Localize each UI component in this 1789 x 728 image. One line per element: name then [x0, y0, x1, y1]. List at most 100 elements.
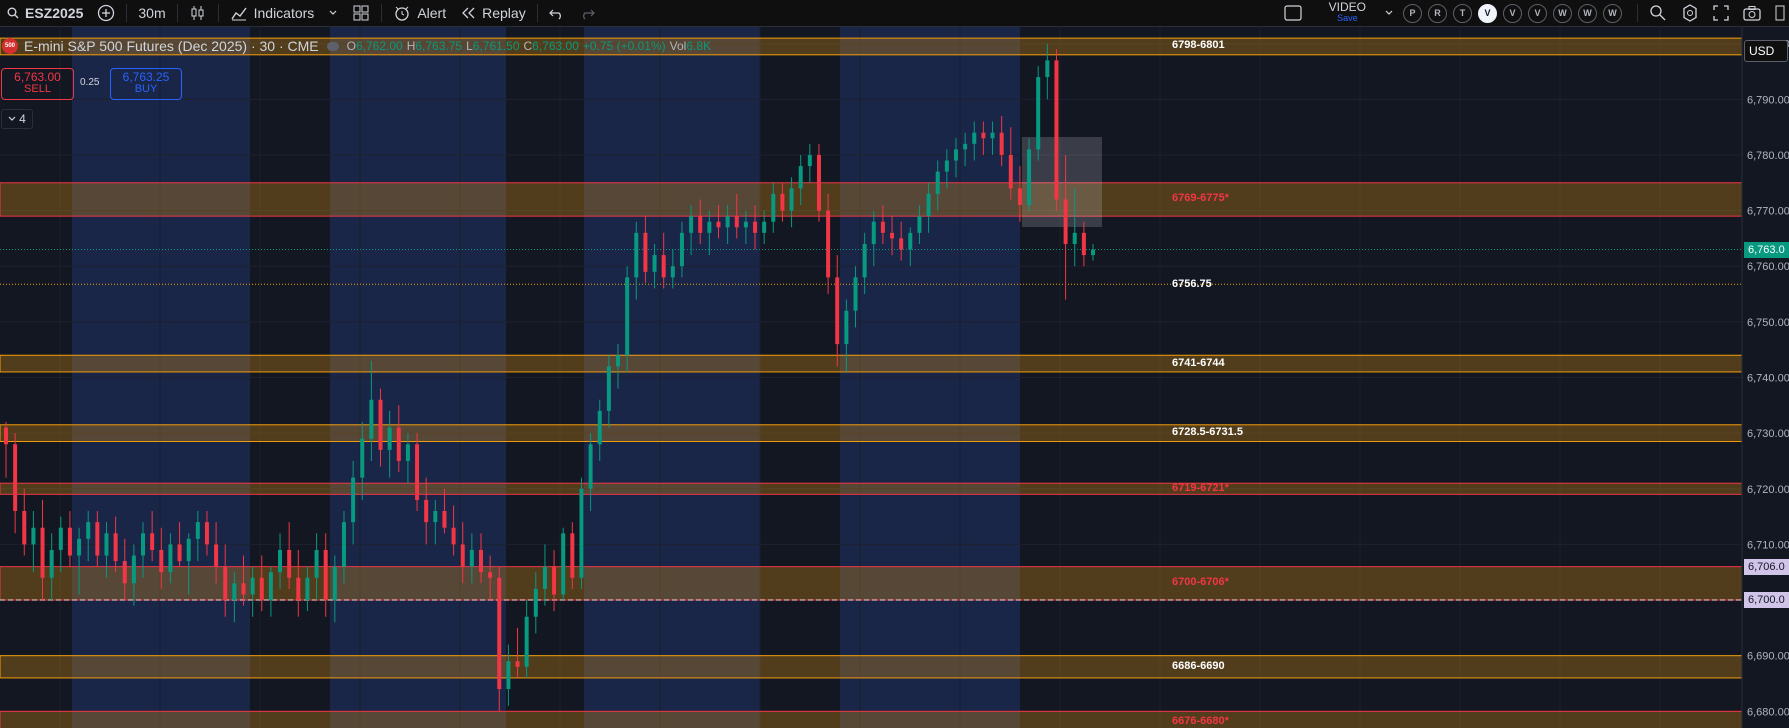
- drawing-shortcut-w[interactable]: W: [1603, 3, 1622, 23]
- replay-button[interactable]: Replay: [453, 0, 533, 26]
- spread-value: 0.25: [80, 77, 100, 88]
- candle-body: [1054, 60, 1059, 200]
- drawing-shortcuts: PRTVVVWWW: [1400, 3, 1625, 23]
- indicator-count: 4: [19, 112, 26, 126]
- candle-body: [469, 549, 474, 567]
- candle-body: [369, 399, 374, 439]
- level-label: 6756.75: [1172, 278, 1212, 291]
- candle-body: [314, 549, 319, 578]
- highlight-box: [1022, 137, 1102, 227]
- fullscreen-box-button[interactable]: [1277, 0, 1309, 26]
- zone-label: 6700-6706*: [1172, 576, 1229, 589]
- candle-body: [926, 193, 931, 217]
- candle-body: [40, 527, 45, 578]
- candle-body: [579, 488, 584, 578]
- interval-label: 30m: [138, 5, 166, 21]
- drawing-shortcut-t[interactable]: T: [1453, 3, 1472, 23]
- search-icon: [7, 7, 19, 19]
- settings-button[interactable]: [1674, 0, 1706, 26]
- replay-label: Replay: [482, 5, 526, 21]
- drawing-shortcut-v[interactable]: V: [1528, 3, 1547, 23]
- drawing-shortcut-p[interactable]: P: [1403, 3, 1422, 23]
- zone-rect: [0, 655, 1743, 679]
- candle-body: [305, 577, 310, 601]
- candle-body: [789, 188, 794, 211]
- buy-button[interactable]: 6,763.25 BUY: [110, 68, 182, 100]
- redo-button[interactable]: [572, 0, 602, 26]
- square-icon: [1284, 5, 1302, 21]
- compare-button[interactable]: [90, 0, 122, 26]
- chart-type-button[interactable]: [182, 0, 214, 26]
- plus-circle-icon: [98, 4, 115, 22]
- candle-body: [497, 577, 502, 690]
- chart-area[interactable]: 6,680.006,690.006,700.006,710.006,720.00…: [0, 27, 1789, 728]
- candle-body: [999, 132, 1004, 155]
- low-value: 6,761.50: [472, 39, 520, 53]
- zone-label: 6728.5-6731.5: [1172, 426, 1243, 439]
- eye-icon[interactable]: [326, 41, 339, 51]
- drawing-shortcut-w[interactable]: W: [1553, 3, 1572, 23]
- layouts-button[interactable]: [345, 0, 377, 26]
- candle-body: [716, 221, 721, 228]
- toolbar-divider: [381, 4, 383, 22]
- candle-body: [506, 661, 511, 690]
- pencil-search-button[interactable]: [1642, 0, 1674, 26]
- candle-body: [195, 522, 200, 539]
- indicators-label: Indicators: [253, 5, 315, 21]
- candle-body: [935, 171, 940, 194]
- drawing-shortcut-r[interactable]: R: [1428, 3, 1447, 23]
- drawing-shortcut-v[interactable]: V: [1503, 3, 1522, 23]
- candle-body: [341, 522, 346, 567]
- price-tick-label: 6,750.00: [1747, 317, 1789, 329]
- candle-body: [542, 566, 547, 589]
- zone-label: 6719-6721*: [1172, 481, 1229, 494]
- symbol-logo: 500: [2, 38, 18, 54]
- candle-body: [204, 522, 209, 545]
- indicators-collapse-button[interactable]: 4: [1, 109, 33, 129]
- price-chart[interactable]: 6,680.006,690.006,700.006,710.006,720.00…: [0, 27, 1789, 728]
- alert-button[interactable]: Alert: [386, 0, 453, 26]
- currency-button[interactable]: USD: [1744, 40, 1788, 62]
- undo-button[interactable]: [542, 0, 572, 26]
- candle-body: [743, 221, 748, 228]
- more-button[interactable]: [1768, 0, 1789, 26]
- candle-body: [561, 533, 566, 595]
- candle-body: [104, 533, 109, 556]
- screenshot-button[interactable]: [1736, 0, 1768, 26]
- price-tick-label: 6,770.00: [1747, 206, 1789, 218]
- candle-body: [77, 538, 82, 556]
- right-toolbar: VIDEO Save PRTVVVWWW: [1277, 0, 1789, 26]
- indicators-button[interactable]: Indicators: [223, 0, 346, 26]
- sell-label: SELL: [24, 83, 51, 95]
- candle-body: [963, 143, 968, 150]
- zone-label: 6676-6680*: [1172, 715, 1229, 728]
- sell-button[interactable]: 6,763.00 SELL: [1, 68, 74, 100]
- candle-body: [698, 216, 703, 233]
- candle-body: [616, 355, 621, 367]
- sell-price: 6,763.00: [14, 70, 61, 84]
- candle-body: [661, 255, 666, 278]
- drawing-shortcut-v[interactable]: V: [1478, 3, 1497, 23]
- candle-body: [1017, 188, 1022, 206]
- candle-body: [287, 549, 292, 578]
- candle-body: [478, 549, 483, 573]
- chevron-down-icon[interactable]: [1384, 8, 1394, 18]
- candle-body: [570, 533, 575, 578]
- price-tick-label: 6,710.00: [1747, 539, 1789, 551]
- indicators-icon: [231, 7, 247, 21]
- candle-body: [122, 561, 127, 584]
- drawing-shortcut-w[interactable]: W: [1578, 3, 1597, 23]
- buy-price: 6,763.25: [122, 70, 170, 84]
- video-save-button[interactable]: VIDEO Save: [1329, 1, 1366, 24]
- fullscreen-button[interactable]: [1706, 0, 1736, 26]
- buy-label: BUY: [134, 83, 158, 95]
- candle-body: [360, 438, 365, 478]
- candle-body: [972, 132, 977, 144]
- candle-body: [131, 555, 136, 584]
- symbol-search[interactable]: ESZ2025: [0, 0, 90, 26]
- candle-body: [49, 549, 54, 578]
- interval-button[interactable]: 30m: [131, 0, 172, 26]
- candle-body: [415, 444, 420, 500]
- close-value: 6,763.00: [532, 39, 579, 53]
- zone-label: 6741-6744: [1172, 356, 1225, 369]
